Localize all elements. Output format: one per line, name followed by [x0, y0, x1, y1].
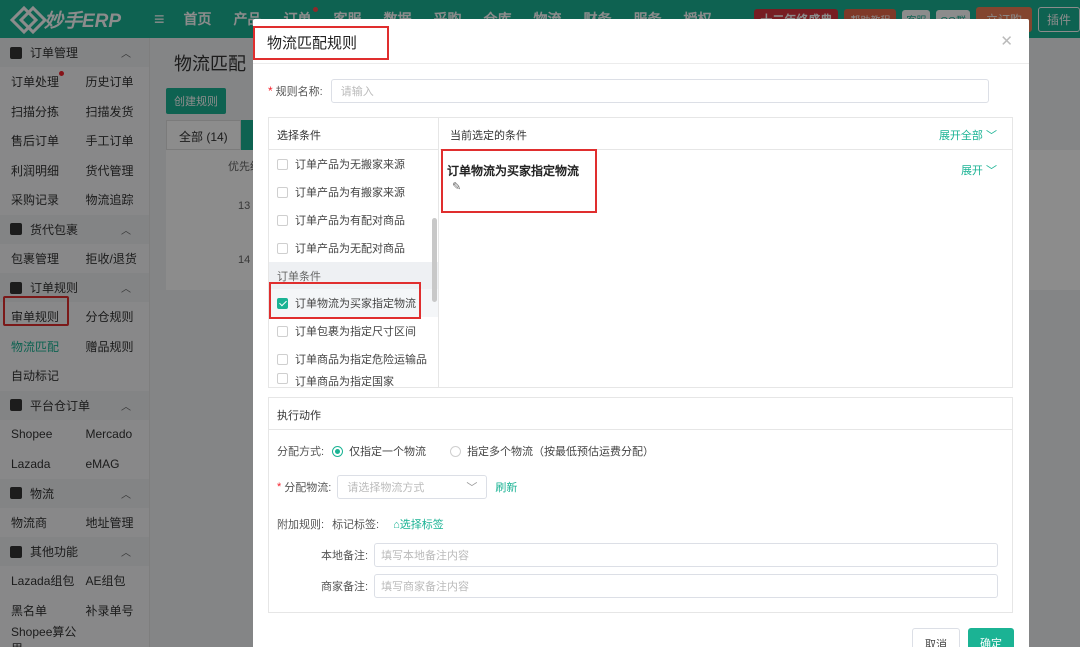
expand-all-label: 展开全部 [938, 130, 983, 142]
condition-label: 订单商品为指定危险运输品 [295, 354, 427, 366]
selected-conditions-title: 当前选定的条件 [450, 130, 527, 142]
tag-label: 标记标签: [332, 519, 380, 531]
action-panel-header: 执行动作 [269, 398, 1012, 430]
checkbox[interactable] [277, 186, 288, 198]
condition-label: 订单产品为有搬家来源 [295, 187, 405, 199]
checkbox[interactable] [277, 373, 288, 384]
merchant-note-row: 商家备注: 填写商家备注内容 [321, 574, 999, 598]
action-panel: 执行动作 分配方式: 仅指定一个物流 指定多个物流（按最低预估运费分配） * 分… [268, 397, 1013, 613]
condition-label: 订单产品为无配对商品 [295, 243, 405, 255]
assign-mode-row: 分配方式: 仅指定一个物流 指定多个物流（按最低预估运费分配） [277, 443, 654, 459]
chevron-down-icon: ﹀ [982, 130, 997, 142]
logistics-select-placeholder: 请选择物流方式 [347, 482, 425, 494]
chevron-down-icon: ﹀ [982, 165, 997, 177]
logistics-select[interactable]: 请选择物流方式 ﹀ [337, 475, 488, 499]
dialog-header: 物流匹配规则 ✕ [253, 19, 1029, 64]
checkbox[interactable] [277, 214, 288, 226]
condition-list-header: 选择条件 [269, 118, 438, 150]
tag-icon: ⌂ [393, 519, 400, 531]
condition-panel: 选择条件 订单产品为无搬家来源 订单产品为有搬家来源 订单产品为有配对商品 订单… [268, 117, 1013, 388]
mode-multi-label[interactable]: 指定多个物流（按最低预估运费分配） [467, 443, 654, 459]
condition-option[interactable]: 订单产品为有配对商品 [269, 206, 438, 234]
close-icon[interactable]: ✕ [1000, 32, 1013, 50]
checkbox[interactable] [277, 325, 288, 337]
merchant-note-label: 商家备注: [321, 581, 369, 593]
select-tag-label: 选择标签 [399, 519, 444, 531]
radio-multi[interactable] [450, 445, 462, 457]
rule-name-row: * 规则名称: 请输入 [268, 79, 1014, 103]
local-note-label: 本地备注: [321, 550, 369, 562]
selected-conditions-header: 当前选定的条件 展开全部 ﹀ [440, 118, 1013, 150]
condition-option[interactable]: 订单包裹为指定尺寸区间 [269, 317, 438, 345]
condition-option[interactable]: 订单产品为有搬家来源 [269, 178, 438, 206]
annotation-highlight-box [441, 149, 597, 213]
required-marker: * [268, 84, 273, 98]
rule-name-input[interactable]: 请输入 [330, 79, 989, 103]
refresh-link[interactable]: 刷新 [495, 479, 517, 495]
radio-single-selected[interactable] [332, 445, 344, 457]
checkbox[interactable] [277, 353, 288, 365]
extra-rule-label: 附加规则: [277, 519, 325, 531]
dialog-footer: 取消 确定 [912, 628, 1014, 647]
condition-label: 订单商品为指定国家 [295, 376, 394, 387]
local-note-input[interactable]: 填写本地备注内容 [374, 543, 999, 567]
chevron-down-icon: ﹀ [466, 482, 478, 494]
annotation-highlight-box [269, 282, 421, 319]
select-tag-link[interactable]: ⌂选择标签 [393, 516, 444, 532]
condition-list: 选择条件 订单产品为无搬家来源 订单产品为有搬家来源 订单产品为有配对商品 订单… [269, 118, 439, 387]
expand-label: 展开 [960, 165, 983, 177]
condition-option[interactable]: 订单产品为无搬家来源 [269, 150, 438, 178]
checkbox[interactable] [277, 158, 288, 170]
condition-option[interactable]: 订单商品为指定危险运输品 [269, 345, 438, 373]
selected-conditions: 当前选定的条件 展开全部 ﹀ 订单物流为买家指定物流 ✎ 展开 ﹀ [440, 118, 1013, 387]
condition-label: 订单产品为无搬家来源 [295, 159, 405, 171]
scrollbar-thumb[interactable] [432, 218, 437, 302]
assign-mode-label: 分配方式: [277, 446, 325, 458]
logistics-rule-dialog: 物流匹配规则 ✕ * 规则名称: 请输入 选择条件 订单产品为无搬家来源 订单产… [253, 19, 1029, 647]
mode-single-label[interactable]: 仅指定一个物流 [349, 443, 426, 459]
local-note-row: 本地备注: 填写本地备注内容 [321, 543, 999, 567]
assign-logistics-label: 分配物流: [284, 482, 332, 494]
confirm-button[interactable]: 确定 [968, 628, 1014, 647]
condition-option[interactable]: 订单商品为指定国家 [269, 373, 438, 387]
condition-label: 订单产品为有配对商品 [295, 215, 405, 227]
expand-all-link[interactable]: 展开全部 ﹀ [939, 127, 997, 143]
checkbox[interactable] [277, 242, 288, 254]
condition-option[interactable]: 订单产品为无配对商品 [269, 234, 438, 262]
assign-logistics-row: * 分配物流: 请选择物流方式 ﹀ 刷新 [277, 475, 517, 499]
condition-label: 订单包裹为指定尺寸区间 [295, 326, 416, 338]
merchant-note-input[interactable]: 填写商家备注内容 [374, 574, 999, 598]
expand-link[interactable]: 展开 ﹀ [961, 162, 997, 178]
cancel-button[interactable]: 取消 [912, 628, 960, 647]
required-marker: * [277, 481, 282, 493]
extra-rule-row: 附加规则: 标记标签: ⌂选择标签 [277, 516, 444, 532]
rule-name-label: 规则名称: [275, 86, 323, 98]
annotation-highlight-box [253, 26, 389, 60]
